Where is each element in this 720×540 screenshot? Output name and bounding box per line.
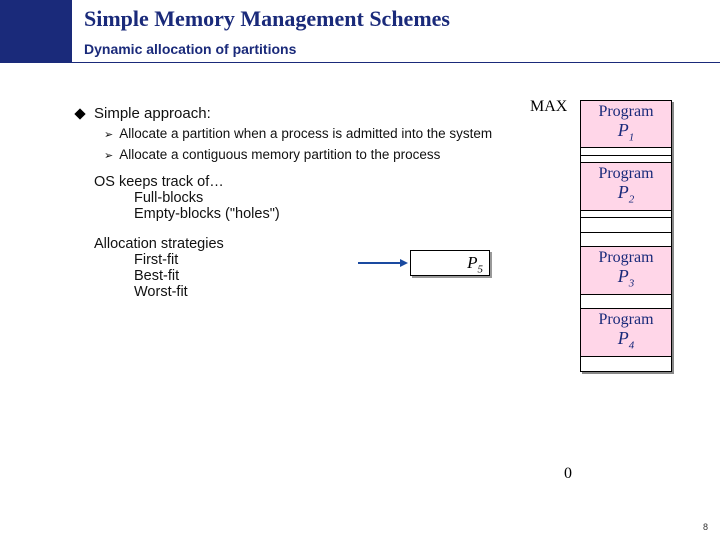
p1-sub: 1 [629,131,635,143]
bullet-simple-approach: Simple approach: [76,105,496,122]
p1-label: P1 [581,121,671,144]
subtitle-accent-block [0,40,72,62]
slide-header: Simple Memory Management Schemes Dynamic… [0,0,720,63]
program-p2-block: Program P2 [580,162,672,211]
sub-bullet-1-text: Allocate a partition when a process is a… [119,126,492,143]
program-p4-block: Program P4 [580,308,672,357]
program-label: Program [581,104,671,121]
track-empty: Empty-blocks ("holes") [134,206,496,222]
p5-sub: 5 [478,263,484,275]
diamond-bullet-icon [74,108,85,119]
arrow-bullet-icon: ➢ [104,128,113,143]
p3-sub: 3 [629,278,635,290]
p4-label: P4 [581,329,671,352]
page-number: 8 [703,522,708,532]
program-label: Program [581,166,671,183]
p5-arrow-icon [358,263,408,265]
memory-column: Program P1 Program P2 Program P3 Program… [580,100,672,370]
track-section: OS keeps track of… Full-blocks Empty-blo… [94,174,496,222]
program-p3-block: Program P3 [580,246,672,295]
p5-incoming-block: P5 [410,250,490,276]
track-head: OS keeps track of… [94,174,496,190]
slide-subtitle: Dynamic allocation of partitions [72,40,296,62]
p3-label: P3 [581,267,671,290]
slide-title: Simple Memory Management Schemes [72,0,450,40]
title-accent-block [0,0,72,40]
arrow-bullet-icon: ➢ [104,149,113,164]
track-full: Full-blocks [134,190,496,206]
sub-bullet-2-text: Allocate a contiguous memory partition t… [119,147,440,164]
program-label: Program [581,312,671,329]
strat-worst: Worst-fit [134,284,496,300]
p2-sub: 2 [629,194,635,206]
max-label: MAX [530,98,567,116]
program-p1-block: Program P1 [580,100,672,149]
zero-label: 0 [564,465,572,483]
gap-block [580,356,672,372]
simple-approach-label: Simple approach: [94,105,211,122]
program-label: Program [581,250,671,267]
sub-bullet-2: ➢ Allocate a contiguous memory partition… [104,147,496,164]
sub-bullet-1: ➢ Allocate a partition when a process is… [104,126,496,143]
p4-sub: 4 [629,340,635,352]
p2-label: P2 [581,183,671,206]
